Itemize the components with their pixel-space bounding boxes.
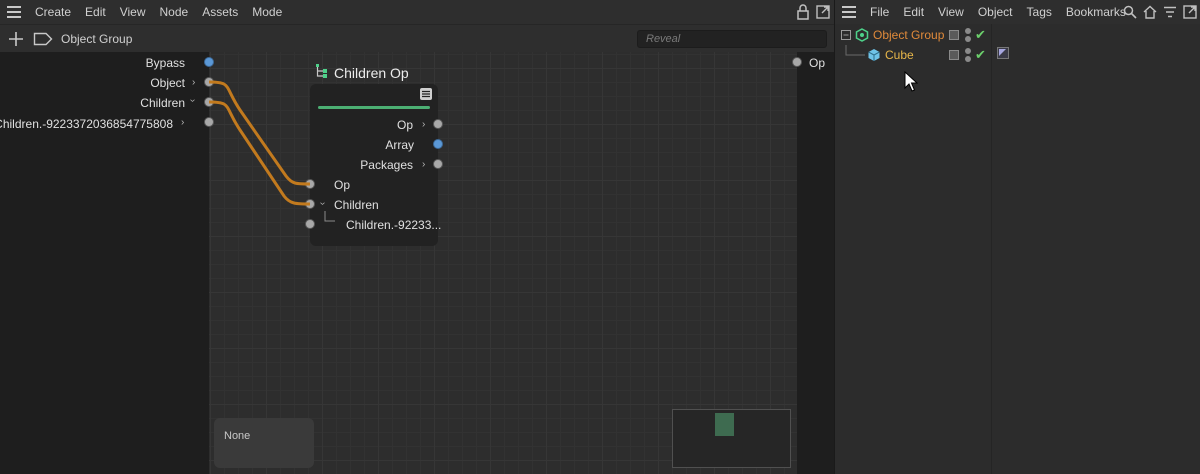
input-object-label: Object bbox=[150, 76, 185, 90]
menu-object[interactable]: Object bbox=[971, 0, 1020, 24]
filter-icon[interactable] bbox=[1163, 5, 1177, 19]
minimap-viewport[interactable] bbox=[715, 413, 734, 436]
tag-label-icon[interactable] bbox=[33, 32, 53, 46]
chevron-right-icon[interactable]: › bbox=[192, 77, 195, 88]
chevron-right-icon[interactable]: › bbox=[422, 159, 425, 170]
node-title[interactable]: Children Op bbox=[334, 65, 409, 81]
object-manager: File Edit View Object Tags Bookmarks Obj… bbox=[834, 0, 1200, 474]
menu-tags[interactable]: Tags bbox=[1020, 0, 1059, 24]
visibility-dots-icon[interactable] bbox=[965, 48, 971, 62]
cube-icon bbox=[868, 49, 880, 61]
popout-icon[interactable] bbox=[816, 5, 830, 19]
breadcrumb[interactable]: Object Group bbox=[61, 25, 132, 53]
node-in-children-port[interactable] bbox=[305, 199, 315, 209]
menu-bookmarks[interactable]: Bookmarks bbox=[1059, 0, 1133, 24]
input-ports-panel bbox=[0, 52, 209, 474]
menu-mode[interactable]: Mode bbox=[245, 0, 289, 24]
output-ports-panel bbox=[797, 52, 834, 474]
node-in-op-label: Op bbox=[334, 178, 351, 192]
info-box: None bbox=[214, 418, 314, 468]
mouse-cursor-icon bbox=[904, 71, 918, 92]
list-item[interactable]: Object Group ✔ bbox=[835, 25, 992, 45]
object-manager-menubar: File Edit View Object Tags Bookmarks bbox=[835, 0, 1200, 24]
tags-column bbox=[992, 24, 1200, 474]
add-node-plus-icon[interactable] bbox=[6, 29, 26, 49]
input-children-label: Children bbox=[140, 96, 185, 110]
node-out-op-port[interactable] bbox=[433, 119, 443, 129]
group-cube-icon bbox=[855, 28, 869, 42]
lock-icon[interactable] bbox=[796, 4, 810, 20]
input-children-port[interactable] bbox=[204, 97, 214, 107]
hamburger-menu-icon[interactable] bbox=[835, 0, 863, 24]
node-in-op-port[interactable] bbox=[305, 179, 315, 189]
tag-icon[interactable] bbox=[997, 47, 1009, 59]
popout-icon[interactable] bbox=[1183, 5, 1197, 19]
menu-edit[interactable]: Edit bbox=[896, 0, 931, 24]
input-object-port[interactable] bbox=[204, 77, 214, 87]
menu-edit[interactable]: Edit bbox=[78, 0, 113, 24]
node-out-array-port[interactable] bbox=[433, 139, 443, 149]
object-name[interactable]: Cube bbox=[885, 45, 914, 65]
tree-branch-icon bbox=[324, 211, 335, 222]
menu-node[interactable]: Node bbox=[153, 0, 196, 24]
tree-branch-icon bbox=[845, 45, 865, 56]
menu-file[interactable]: File bbox=[863, 0, 896, 24]
output-op-port[interactable] bbox=[792, 57, 802, 67]
minimap[interactable] bbox=[672, 409, 791, 468]
node-menu-icon[interactable] bbox=[420, 88, 432, 100]
node-out-packages-label: Packages bbox=[360, 158, 413, 172]
input-bypass-port[interactable] bbox=[204, 57, 214, 67]
node-editor-menubar: Create Edit View Node Assets Mode bbox=[0, 0, 834, 24]
enabled-check-icon[interactable]: ✔ bbox=[975, 25, 986, 45]
input-bypass-label: Bypass bbox=[145, 56, 185, 70]
chevron-down-icon[interactable]: › bbox=[187, 99, 198, 102]
search-icon[interactable] bbox=[1123, 5, 1137, 19]
layer-toggle-icon[interactable] bbox=[949, 30, 959, 40]
chevron-down-icon[interactable]: › bbox=[317, 202, 328, 205]
menu-assets[interactable]: Assets bbox=[195, 0, 245, 24]
layer-toggle-icon[interactable] bbox=[949, 50, 959, 60]
output-op-label: Op bbox=[809, 56, 826, 70]
reveal-search-input[interactable] bbox=[637, 30, 827, 48]
input-children-sub-label: Children.-9223372036854775808 bbox=[0, 117, 173, 131]
node-in-children-sub-port[interactable] bbox=[305, 219, 315, 229]
list-item[interactable]: Cube ✔ bbox=[835, 45, 992, 65]
node-out-op-label: Op bbox=[396, 118, 413, 132]
visibility-dots-icon[interactable] bbox=[965, 28, 971, 42]
enabled-check-icon[interactable]: ✔ bbox=[975, 45, 986, 65]
node-in-children-sub-label: Children.-92233... bbox=[346, 218, 442, 232]
node-out-array-label: Array bbox=[385, 138, 414, 152]
node-in-children-label: Children bbox=[334, 198, 379, 212]
children-op-node-icon bbox=[316, 64, 327, 78]
object-name[interactable]: Object Group bbox=[873, 25, 944, 45]
menu-view[interactable]: View bbox=[113, 0, 153, 24]
menu-create[interactable]: Create bbox=[28, 0, 78, 24]
chevron-right-icon[interactable]: › bbox=[181, 117, 184, 128]
collapse-minus-icon[interactable] bbox=[841, 30, 851, 40]
node-editor-toolbar: Object Group bbox=[0, 24, 834, 52]
menu-view[interactable]: View bbox=[931, 0, 971, 24]
chevron-right-icon[interactable]: › bbox=[422, 119, 425, 130]
node-status-bar bbox=[318, 106, 430, 109]
input-children-sub-port[interactable] bbox=[204, 117, 214, 127]
home-icon[interactable] bbox=[1143, 5, 1157, 19]
node-out-packages-port[interactable] bbox=[433, 159, 443, 169]
hamburger-menu-icon[interactable] bbox=[0, 0, 28, 24]
node-editor: Create Edit View Node Assets Mode Object… bbox=[0, 0, 834, 474]
